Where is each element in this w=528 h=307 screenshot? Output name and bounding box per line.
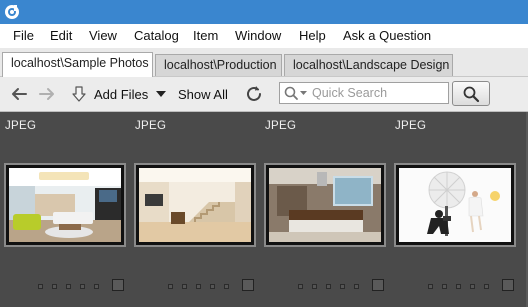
select-checkbox[interactable] xyxy=(112,279,124,291)
show-all-label: Show All xyxy=(178,86,228,102)
asset-item[interactable]: JPEG xyxy=(0,112,130,307)
asset-item[interactable]: JPEG xyxy=(260,112,390,307)
chevron-down-icon[interactable] xyxy=(156,90,167,98)
rating-dot[interactable] xyxy=(354,284,359,289)
thumbnail-frame[interactable] xyxy=(264,163,386,247)
rating-dots[interactable] xyxy=(428,284,489,290)
rating-dot[interactable] xyxy=(168,284,173,289)
forward-button[interactable] xyxy=(38,77,56,111)
rating-dots[interactable] xyxy=(168,284,229,290)
rating-dot[interactable] xyxy=(94,284,99,289)
refresh-button[interactable] xyxy=(244,77,264,111)
toolbar: Add Files Show All xyxy=(0,77,528,112)
rating-dot[interactable] xyxy=(442,284,447,289)
thumbnail-grid: JPEG JPEG JPEG JPEG xyxy=(0,112,528,307)
rating-dots[interactable] xyxy=(298,284,359,290)
magnifier-icon xyxy=(463,86,480,102)
rating-dot[interactable] xyxy=(182,284,187,289)
search-dropdown-icon[interactable] xyxy=(283,85,309,101)
show-all-button[interactable]: Show All xyxy=(178,77,228,111)
thumbnail-frame[interactable] xyxy=(134,163,256,247)
file-type-label: JPEG xyxy=(5,120,37,132)
rating-dot[interactable] xyxy=(456,284,461,289)
rating-dot[interactable] xyxy=(340,284,345,289)
menu-file[interactable]: File xyxy=(13,24,34,48)
thumbnail-frame[interactable] xyxy=(394,163,516,247)
arrow-left-icon xyxy=(12,88,27,100)
rating-dot[interactable] xyxy=(326,284,331,289)
catalog-tab-strip: localhost\Sample Photos localhost\Produc… xyxy=(0,48,528,77)
file-type-label: JPEG xyxy=(135,120,167,132)
photographer-studio-thumbnail xyxy=(399,168,511,242)
asset-item[interactable]: JPEG xyxy=(130,112,260,307)
tab-sample-photos[interactable]: localhost\Sample Photos xyxy=(2,52,153,77)
rating-dot[interactable] xyxy=(428,284,433,289)
rating-dot[interactable] xyxy=(298,284,303,289)
rating-dot[interactable] xyxy=(484,284,489,289)
menu-bar: File Edit View Catalog Item Window Help … xyxy=(0,24,528,48)
refresh-icon xyxy=(247,86,261,101)
rating-dot[interactable] xyxy=(312,284,317,289)
back-button[interactable] xyxy=(10,77,28,111)
rating-dot[interactable] xyxy=(52,284,57,289)
quick-search-field[interactable] xyxy=(279,82,449,104)
tab-production[interactable]: localhost\Production xyxy=(155,54,282,76)
rating-dot[interactable] xyxy=(38,284,43,289)
menu-item[interactable]: Item xyxy=(193,24,218,48)
rating-dot[interactable] xyxy=(66,284,71,289)
thumbnail-frame[interactable] xyxy=(4,163,126,247)
file-type-label: JPEG xyxy=(395,120,427,132)
menu-edit[interactable]: Edit xyxy=(50,24,72,48)
search-button[interactable] xyxy=(452,81,490,106)
menu-catalog[interactable]: Catalog xyxy=(134,24,179,48)
living-room-thumbnail xyxy=(9,168,121,242)
rating-dot[interactable] xyxy=(470,284,475,289)
select-checkbox[interactable] xyxy=(372,279,384,291)
file-type-label: JPEG xyxy=(265,120,297,132)
arrow-right-icon xyxy=(39,88,54,100)
rating-dot[interactable] xyxy=(80,284,85,289)
app-logo-icon xyxy=(5,5,19,19)
select-checkbox[interactable] xyxy=(502,279,514,291)
asset-item[interactable]: JPEG xyxy=(390,112,520,307)
tab-landscape-design[interactable]: localhost\Landscape Design xyxy=(284,54,453,76)
add-files-arrow-icon xyxy=(72,86,86,102)
select-checkbox[interactable] xyxy=(242,279,254,291)
kitchen-thumbnail xyxy=(269,168,381,242)
title-bar xyxy=(0,0,528,24)
menu-help[interactable]: Help xyxy=(299,24,326,48)
menu-ask-a-question[interactable]: Ask a Question xyxy=(343,24,431,48)
add-files-label: Add Files xyxy=(94,86,149,102)
quick-search-input[interactable] xyxy=(312,85,442,101)
menu-window[interactable]: Window xyxy=(235,24,281,48)
rating-dot[interactable] xyxy=(224,284,229,289)
rating-dot[interactable] xyxy=(210,284,215,289)
menu-view[interactable]: View xyxy=(89,24,117,48)
add-files-button[interactable]: Add Files xyxy=(70,77,167,111)
staircase-interior-thumbnail xyxy=(139,168,251,242)
rating-dot[interactable] xyxy=(196,284,201,289)
rating-dots[interactable] xyxy=(38,284,99,290)
